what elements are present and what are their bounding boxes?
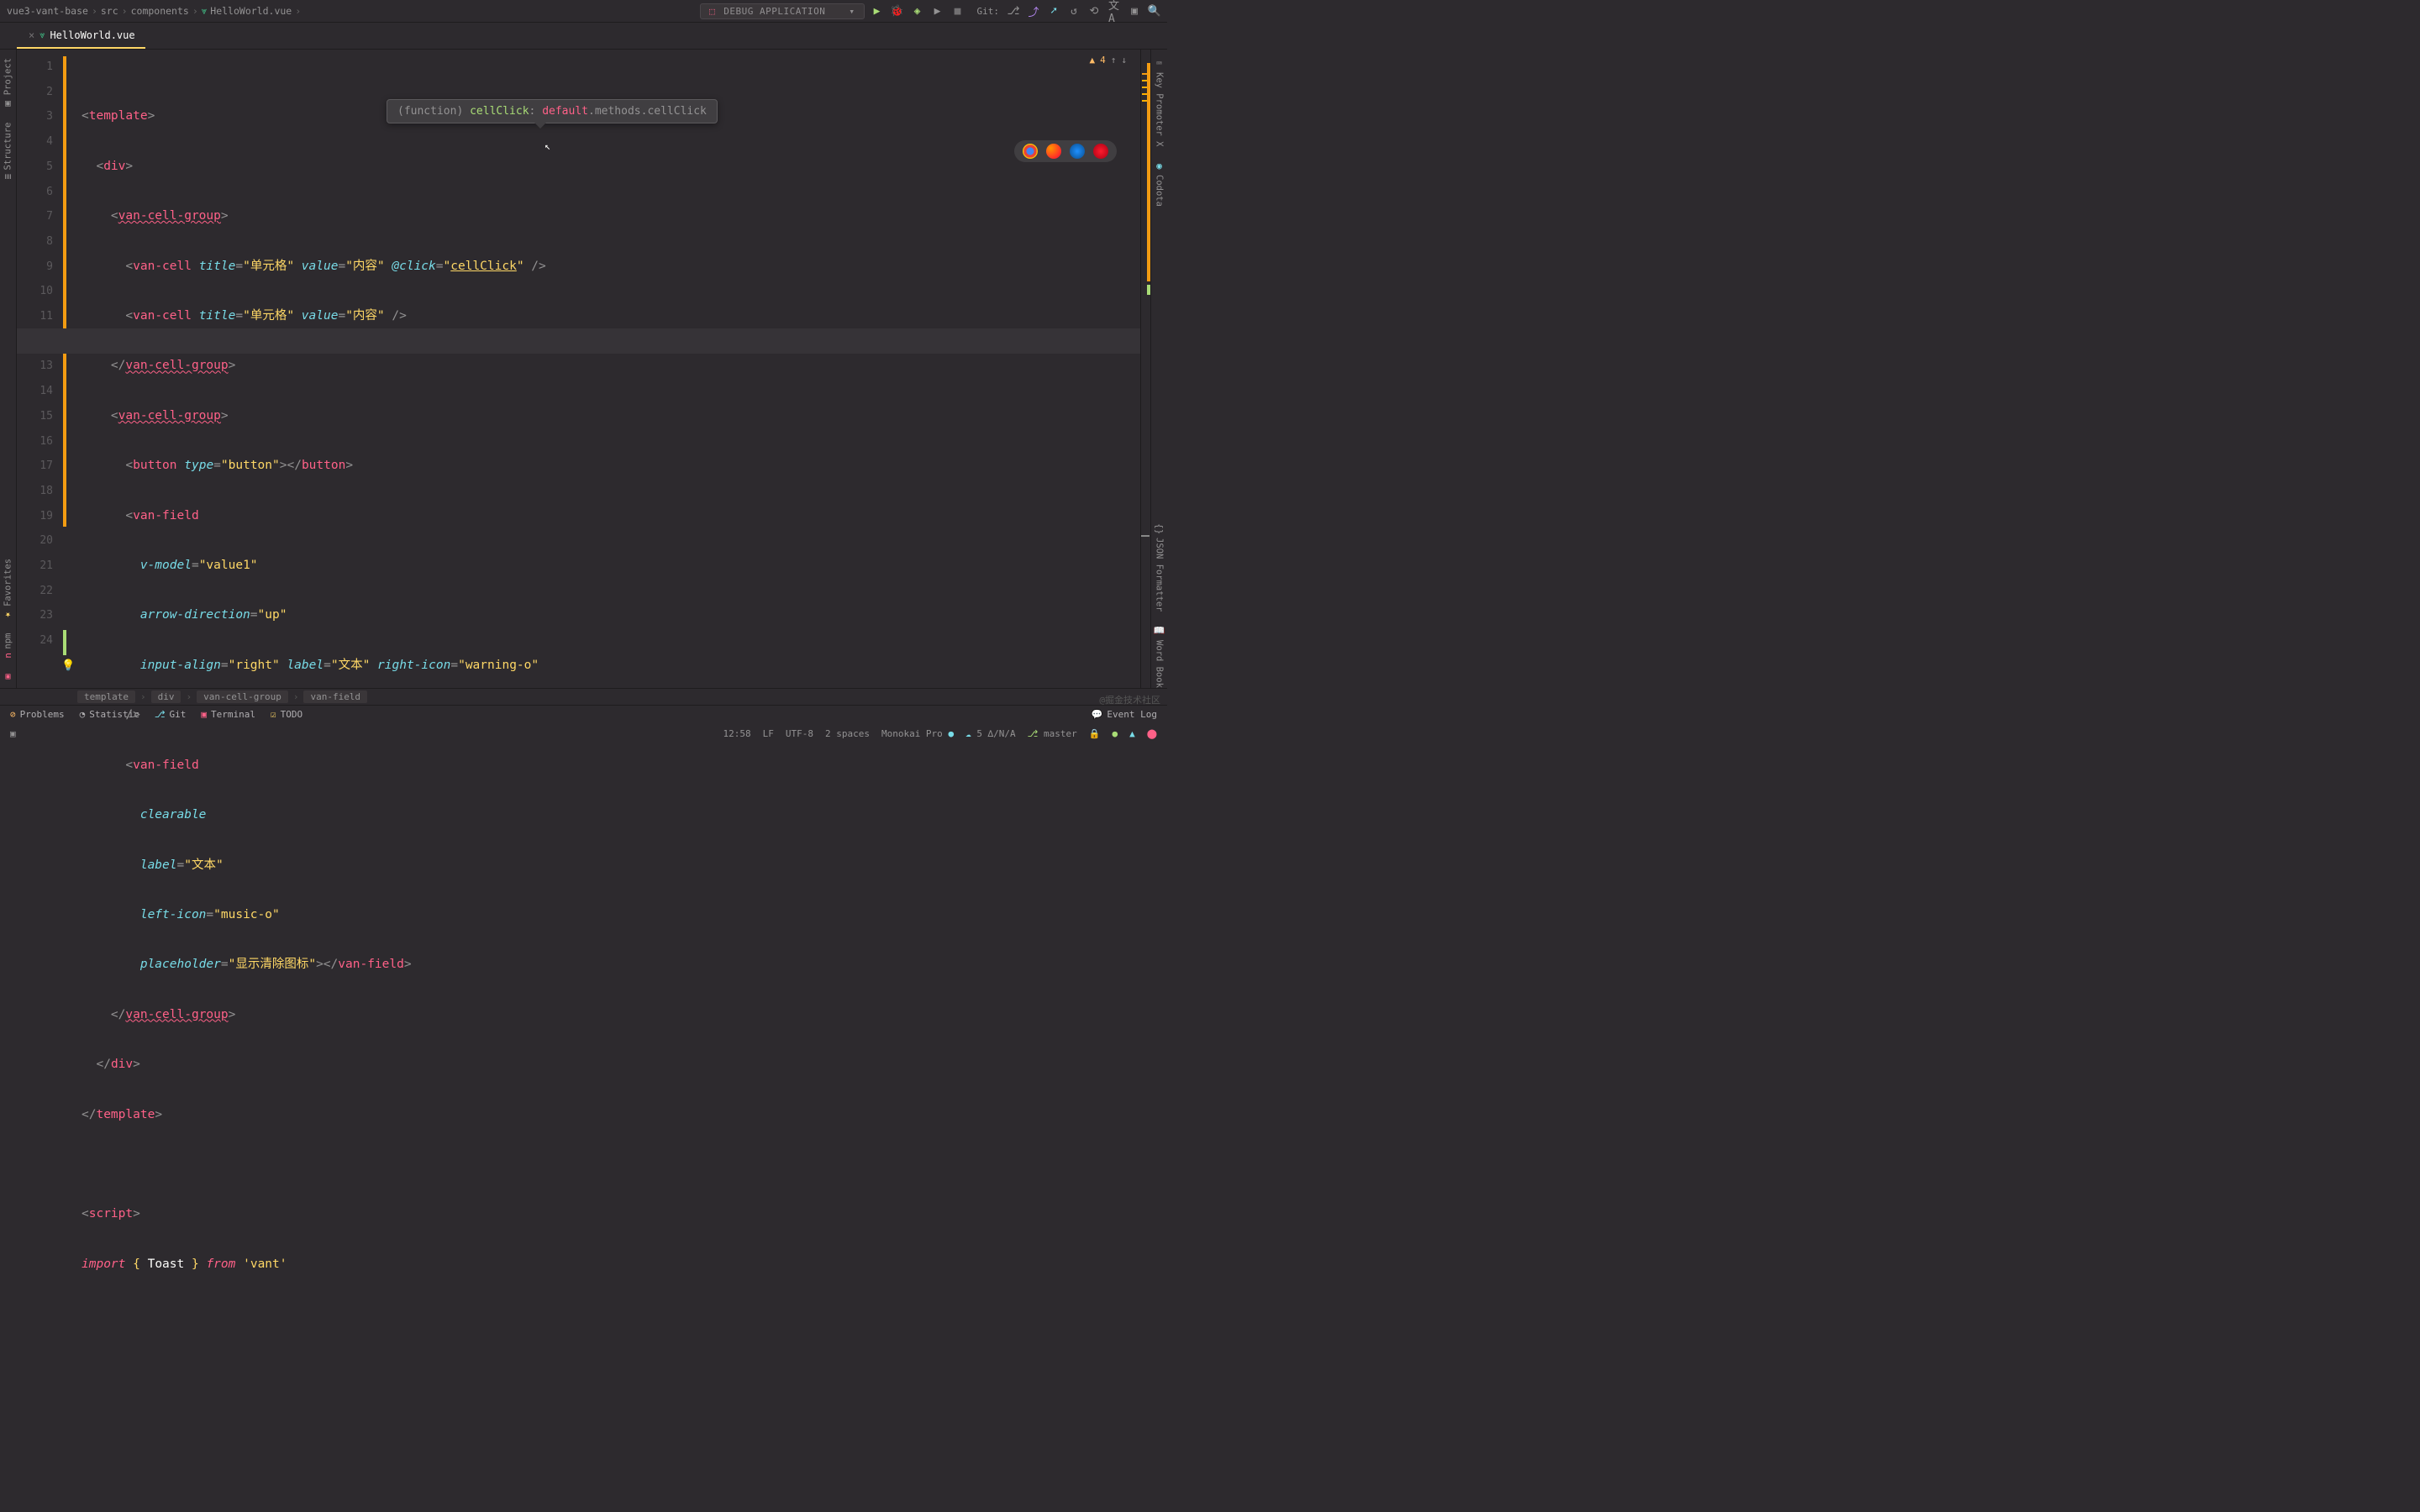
code-area[interactable]: <template> <div> <van-cell-group> <van-c… xyxy=(82,50,1140,688)
close-tab-icon[interactable]: × xyxy=(29,29,34,41)
braces-icon: {} xyxy=(1154,523,1165,534)
project-icon: ▣ xyxy=(3,98,13,109)
breadcrumb[interactable]: vue3-vant-base › src › components › ⩔ He… xyxy=(7,5,301,18)
breadcrumb-folder[interactable]: src xyxy=(101,5,118,17)
wordbook-tool-button[interactable]: 📖Word Book xyxy=(1154,626,1165,688)
next-highlight-icon[interactable]: ↓ xyxy=(1121,55,1127,66)
stop-button[interactable]: ■ xyxy=(952,5,964,17)
prev-highlight-icon[interactable]: ↑ xyxy=(1111,55,1117,66)
inspections-widget[interactable]: ▲ 4 ↑ ↓ xyxy=(1090,55,1128,66)
favorites-tool-button[interactable]: ★Favorites xyxy=(3,559,13,621)
breadcrumb-file[interactable]: HelloWorld.vue xyxy=(210,5,292,17)
git-branch-icon[interactable]: ⎇ xyxy=(1007,5,1019,17)
error-stripe[interactable] xyxy=(1140,50,1150,688)
problems-tool-button[interactable]: ⊘Problems xyxy=(10,709,65,720)
git-commit-icon[interactable]: ⤴ xyxy=(1028,5,1039,17)
run-button[interactable]: ▶ xyxy=(871,5,883,17)
chevron-right-icon: › xyxy=(295,5,301,17)
tab-filename: HelloWorld.vue xyxy=(50,29,134,41)
chrome-icon[interactable] xyxy=(1023,144,1038,159)
npm-tool-button[interactable]: nnpm xyxy=(3,633,13,659)
coverage-button[interactable]: ◈ xyxy=(912,5,923,17)
git-history-icon[interactable]: ↺ xyxy=(1068,5,1080,17)
breadcrumb-folder[interactable]: components xyxy=(131,5,189,17)
intention-bulb-icon[interactable]: 💡 xyxy=(61,654,75,679)
star-icon: ★ xyxy=(3,609,13,620)
tooltip-prefix: (function) xyxy=(397,105,470,118)
chevron-right-icon: › xyxy=(192,5,198,17)
opera-icon[interactable] xyxy=(1093,144,1108,159)
git-push-icon[interactable]: ➚ xyxy=(1048,5,1060,17)
tool-windows-toggle-icon[interactable]: ▣ xyxy=(10,728,16,739)
profile-button[interactable]: ▶ xyxy=(932,5,944,17)
codota-tool-button[interactable]: ◉Codota xyxy=(1154,160,1165,207)
fold-gutter[interactable] xyxy=(70,50,82,688)
structure-icon: ≣ xyxy=(3,174,13,180)
translate-icon[interactable]: 文A xyxy=(1108,5,1120,17)
keyboard-icon: ⌨ xyxy=(1154,58,1165,69)
firefox-icon[interactable] xyxy=(1046,144,1061,159)
open-in-browser-widget xyxy=(1014,140,1117,162)
key-promoter-tool-button[interactable]: ⌨Key Promoter X xyxy=(1154,58,1165,147)
search-icon[interactable]: 🔍 xyxy=(1149,5,1160,17)
vue-icon: ⩔ xyxy=(39,29,45,41)
safari-icon[interactable] xyxy=(1070,144,1085,159)
book-icon: 📖 xyxy=(1154,626,1165,637)
structure-tool-button[interactable]: ≣Structure xyxy=(3,123,13,180)
line-number-gutter[interactable]: 123456789101112131415161718192021222324 xyxy=(17,50,63,688)
git-label: Git: xyxy=(977,6,1000,17)
project-tool-button[interactable]: ▣Project xyxy=(3,58,13,109)
vcs-gutter[interactable] xyxy=(63,50,70,688)
run-config-label: DEBUG APPLICATION xyxy=(723,6,825,17)
navigation-bar: vue3-vant-base › src › components › ⩔ He… xyxy=(0,0,1167,23)
codota-icon: ◉ xyxy=(1154,160,1165,171)
warning-count: 4 xyxy=(1100,55,1106,66)
code-editor[interactable]: ▲ 4 ↑ ↓ 12345678910111213141516171819202… xyxy=(17,50,1150,688)
right-tool-strip: ⌨Key Promoter X ◉Codota {}JSON Formatter… xyxy=(1150,50,1167,688)
json-formatter-tool-button[interactable]: {}JSON Formatter xyxy=(1154,523,1165,612)
chevron-right-icon: › xyxy=(122,5,128,17)
unknown-tool-icon[interactable]: ▣ xyxy=(5,672,10,681)
editor-tab[interactable]: × ⩔ HelloWorld.vue xyxy=(17,23,145,49)
quick-doc-tooltip: (function) cellClick: default.methods.ce… xyxy=(387,99,718,123)
ide-settings-icon[interactable]: ▣ xyxy=(1128,5,1140,17)
debug-config-icon: ⬚ xyxy=(709,6,715,17)
git-rollback-icon[interactable]: ⟲ xyxy=(1088,5,1100,17)
breadcrumb-project[interactable]: vue3-vant-base xyxy=(7,5,88,17)
chevron-right-icon: › xyxy=(92,5,97,17)
left-tool-strip: ▣Project ≣Structure ★Favorites nnpm ▣ xyxy=(0,50,17,688)
npm-icon: n xyxy=(3,653,13,659)
warning-icon: ▲ xyxy=(1090,55,1096,66)
editor-tabs: × ⩔ HelloWorld.vue xyxy=(0,23,1167,50)
ide-errors-icon[interactable]: ⬤ xyxy=(1147,728,1157,739)
chevron-down-icon: ▾ xyxy=(849,6,855,17)
run-configuration-selector[interactable]: ⬚ DEBUG APPLICATION ▾ xyxy=(700,3,864,19)
vue-icon: ⩔ xyxy=(202,5,208,18)
tooltip-function-name: cellClick xyxy=(470,105,529,118)
debug-button[interactable]: 🐞 xyxy=(892,5,903,17)
problems-icon: ⊘ xyxy=(10,709,16,720)
